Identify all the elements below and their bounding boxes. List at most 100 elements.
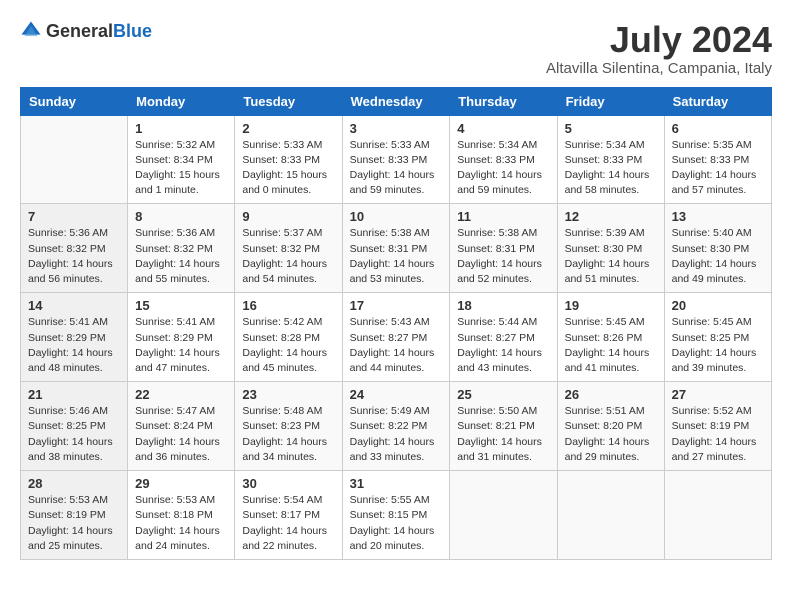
- cell-info: Sunrise: 5:38 AM Sunset: 8:31 PM Dayligh…: [350, 226, 443, 287]
- cell-info: Sunrise: 5:55 AM Sunset: 8:15 PM Dayligh…: [350, 493, 443, 554]
- day-number: 21: [28, 387, 120, 402]
- calendar-header-row: SundayMondayTuesdayWednesdayThursdayFrid…: [21, 87, 772, 115]
- logo-icon: [20, 20, 42, 42]
- cell-info: Sunrise: 5:33 AM Sunset: 8:33 PM Dayligh…: [350, 138, 443, 199]
- calendar-cell: 1 Sunrise: 5:32 AM Sunset: 8:34 PM Daylig…: [128, 115, 235, 204]
- day-number: 29: [135, 476, 227, 491]
- calendar-cell: 9 Sunrise: 5:37 AM Sunset: 8:32 PM Daylig…: [235, 204, 342, 293]
- calendar-cell: 16Sunrise: 5:42 AM Sunset: 8:28 PM Dayli…: [235, 293, 342, 382]
- day-number: 26: [565, 387, 657, 402]
- day-number: 17: [350, 298, 443, 313]
- cell-info: Sunrise: 5:32 AM Sunset: 8:34 PM Dayligh…: [135, 138, 227, 199]
- day-number: 18: [457, 298, 549, 313]
- day-number: 27: [672, 387, 764, 402]
- day-number: 19: [565, 298, 657, 313]
- cell-info: Sunrise: 5:54 AM Sunset: 8:17 PM Dayligh…: [242, 493, 334, 554]
- calendar-cell: 7Sunrise: 5:36 AM Sunset: 8:32 PM Daylig…: [21, 204, 128, 293]
- day-number: 13: [672, 209, 764, 224]
- cell-info: Sunrise: 5:38 AM Sunset: 8:31 PM Dayligh…: [457, 226, 549, 287]
- column-header-monday: Monday: [128, 87, 235, 115]
- cell-info: Sunrise: 5:49 AM Sunset: 8:22 PM Dayligh…: [350, 404, 443, 465]
- logo: GeneralBlue: [20, 20, 152, 42]
- cell-info: Sunrise: 5:35 AM Sunset: 8:33 PM Dayligh…: [672, 138, 764, 199]
- cell-info: Sunrise: 5:51 AM Sunset: 8:20 PM Dayligh…: [565, 404, 657, 465]
- cell-info: Sunrise: 5:48 AM Sunset: 8:23 PM Dayligh…: [242, 404, 334, 465]
- cell-info: Sunrise: 5:37 AM Sunset: 8:32 PM Dayligh…: [242, 226, 334, 287]
- day-number: 20: [672, 298, 764, 313]
- calendar-cell: [21, 115, 128, 204]
- logo-general-text: General: [46, 21, 113, 41]
- calendar-week-4: 21 Sunrise: 5:46 AM Sunset: 8:25 PM Dayli…: [21, 382, 772, 471]
- day-number: 6: [672, 121, 764, 136]
- cell-info: Sunrise: 5:46 AM Sunset: 8:25 PM Dayligh…: [28, 404, 120, 465]
- column-header-friday: Friday: [557, 87, 664, 115]
- cell-info: Sunrise: 5:36 AM Sunset: 8:32 PM Dayligh…: [28, 226, 120, 287]
- cell-info: Sunrise: 5:36 AM Sunset: 8:32 PM Dayligh…: [135, 226, 227, 287]
- calendar-week-5: 28 Sunrise: 5:53 AM Sunset: 8:19 PM Dayli…: [21, 471, 772, 560]
- calendar-cell: 3Sunrise: 5:33 AM Sunset: 8:33 PM Daylig…: [342, 115, 450, 204]
- calendar-cell: 31 Sunrise: 5:55 AM Sunset: 8:15 PM Dayli…: [342, 471, 450, 560]
- calendar-cell: 29 Sunrise: 5:53 AM Sunset: 8:18 PM Dayli…: [128, 471, 235, 560]
- calendar-cell: 2Sunrise: 5:33 AM Sunset: 8:33 PM Daylig…: [235, 115, 342, 204]
- day-number: 28: [28, 476, 120, 491]
- column-header-saturday: Saturday: [664, 87, 771, 115]
- title-block: July 2024 Altavilla Silentina, Campania,…: [546, 20, 772, 77]
- cell-info: Sunrise: 5:45 AM Sunset: 8:25 PM Dayligh…: [672, 315, 764, 376]
- cell-info: Sunrise: 5:53 AM Sunset: 8:18 PM Dayligh…: [135, 493, 227, 554]
- calendar-cell: 19 Sunrise: 5:45 AM Sunset: 8:26 PM Dayli…: [557, 293, 664, 382]
- cell-info: Sunrise: 5:41 AM Sunset: 8:29 PM Dayligh…: [135, 315, 227, 376]
- day-number: 11: [457, 209, 549, 224]
- cell-info: Sunrise: 5:45 AM Sunset: 8:26 PM Dayligh…: [565, 315, 657, 376]
- day-number: 12: [565, 209, 657, 224]
- calendar-cell: 23Sunrise: 5:48 AM Sunset: 8:23 PM Dayli…: [235, 382, 342, 471]
- day-number: 24: [350, 387, 443, 402]
- day-number: 4: [457, 121, 549, 136]
- column-header-thursday: Thursday: [450, 87, 557, 115]
- day-number: 10: [350, 209, 443, 224]
- calendar-cell: 26 Sunrise: 5:51 AM Sunset: 8:20 PM Dayli…: [557, 382, 664, 471]
- cell-info: Sunrise: 5:50 AM Sunset: 8:21 PM Dayligh…: [457, 404, 549, 465]
- month-title: July 2024: [546, 20, 772, 60]
- calendar-cell: 14 Sunrise: 5:41 AM Sunset: 8:29 PM Dayli…: [21, 293, 128, 382]
- cell-info: Sunrise: 5:43 AM Sunset: 8:27 PM Dayligh…: [350, 315, 443, 376]
- calendar-cell: 17 Sunrise: 5:43 AM Sunset: 8:27 PM Dayli…: [342, 293, 450, 382]
- logo-blue-text: Blue: [113, 21, 152, 41]
- calendar-week-3: 14 Sunrise: 5:41 AM Sunset: 8:29 PM Dayli…: [21, 293, 772, 382]
- day-number: 25: [457, 387, 549, 402]
- cell-info: Sunrise: 5:53 AM Sunset: 8:19 PM Dayligh…: [28, 493, 120, 554]
- cell-info: Sunrise: 5:52 AM Sunset: 8:19 PM Dayligh…: [672, 404, 764, 465]
- page-header: GeneralBlue July 2024 Altavilla Silentin…: [20, 20, 772, 77]
- calendar-cell: 20 Sunrise: 5:45 AM Sunset: 8:25 PM Dayli…: [664, 293, 771, 382]
- cell-info: Sunrise: 5:33 AM Sunset: 8:33 PM Dayligh…: [242, 138, 334, 199]
- calendar-cell: 22Sunrise: 5:47 AM Sunset: 8:24 PM Dayli…: [128, 382, 235, 471]
- day-number: 9: [242, 209, 334, 224]
- calendar-cell: 24 Sunrise: 5:49 AM Sunset: 8:22 PM Dayli…: [342, 382, 450, 471]
- calendar-cell: 18Sunrise: 5:44 AM Sunset: 8:27 PM Dayli…: [450, 293, 557, 382]
- calendar-cell: 11 Sunrise: 5:38 AM Sunset: 8:31 PM Dayli…: [450, 204, 557, 293]
- calendar-cell: [664, 471, 771, 560]
- cell-info: Sunrise: 5:42 AM Sunset: 8:28 PM Dayligh…: [242, 315, 334, 376]
- cell-info: Sunrise: 5:41 AM Sunset: 8:29 PM Dayligh…: [28, 315, 120, 376]
- calendar-cell: 8Sunrise: 5:36 AM Sunset: 8:32 PM Daylig…: [128, 204, 235, 293]
- calendar-week-2: 7Sunrise: 5:36 AM Sunset: 8:32 PM Daylig…: [21, 204, 772, 293]
- day-number: 14: [28, 298, 120, 313]
- calendar-cell: 4 Sunrise: 5:34 AM Sunset: 8:33 PM Daylig…: [450, 115, 557, 204]
- calendar-cell: 15Sunrise: 5:41 AM Sunset: 8:29 PM Dayli…: [128, 293, 235, 382]
- calendar-cell: 6 Sunrise: 5:35 AM Sunset: 8:33 PM Daylig…: [664, 115, 771, 204]
- calendar-cell: [557, 471, 664, 560]
- day-number: 1: [135, 121, 227, 136]
- calendar-cell: 10 Sunrise: 5:38 AM Sunset: 8:31 PM Dayli…: [342, 204, 450, 293]
- column-header-wednesday: Wednesday: [342, 87, 450, 115]
- day-number: 31: [350, 476, 443, 491]
- cell-info: Sunrise: 5:34 AM Sunset: 8:33 PM Dayligh…: [457, 138, 549, 199]
- calendar-body: 1 Sunrise: 5:32 AM Sunset: 8:34 PM Daylig…: [21, 115, 772, 559]
- calendar-cell: 21 Sunrise: 5:46 AM Sunset: 8:25 PM Dayli…: [21, 382, 128, 471]
- calendar-cell: 27 Sunrise: 5:52 AM Sunset: 8:19 PM Dayli…: [664, 382, 771, 471]
- cell-info: Sunrise: 5:39 AM Sunset: 8:30 PM Dayligh…: [565, 226, 657, 287]
- calendar-cell: 13 Sunrise: 5:40 AM Sunset: 8:30 PM Dayli…: [664, 204, 771, 293]
- cell-info: Sunrise: 5:40 AM Sunset: 8:30 PM Dayligh…: [672, 226, 764, 287]
- calendar-cell: 30Sunrise: 5:54 AM Sunset: 8:17 PM Dayli…: [235, 471, 342, 560]
- calendar-cell: 12 Sunrise: 5:39 AM Sunset: 8:30 PM Dayli…: [557, 204, 664, 293]
- cell-info: Sunrise: 5:34 AM Sunset: 8:33 PM Dayligh…: [565, 138, 657, 199]
- calendar-cell: 5Sunrise: 5:34 AM Sunset: 8:33 PM Daylig…: [557, 115, 664, 204]
